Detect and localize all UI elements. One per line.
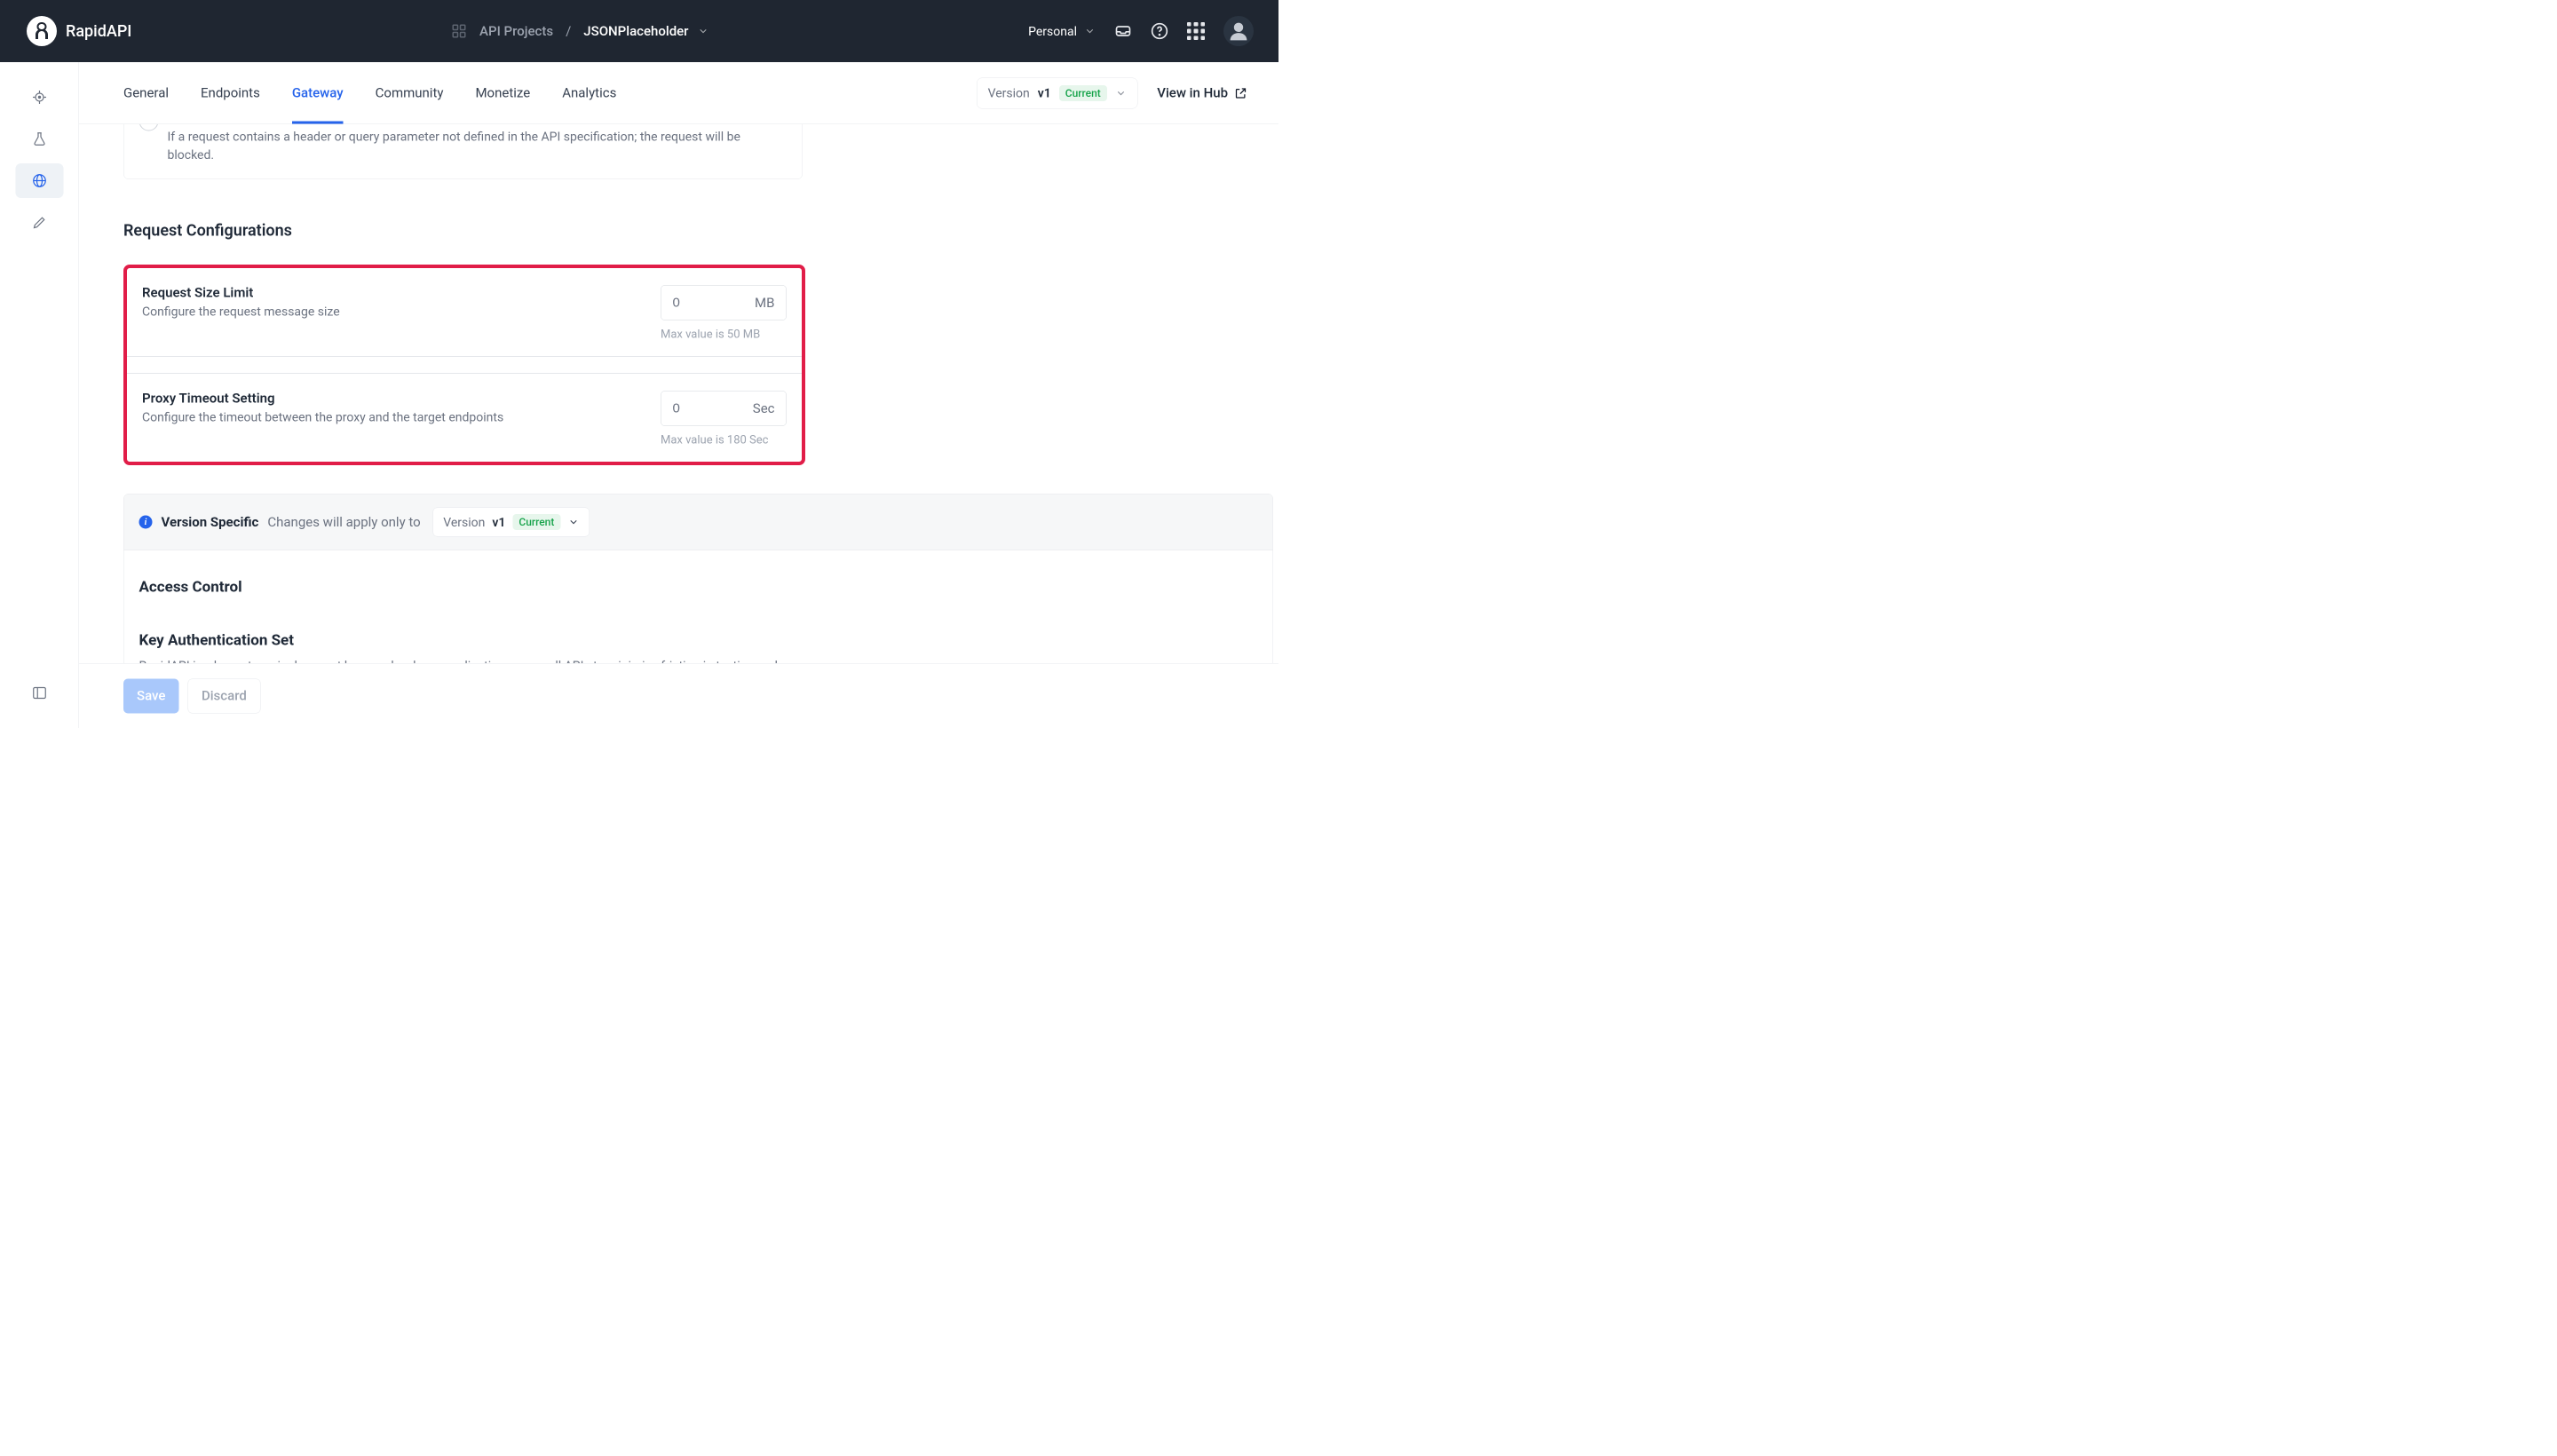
logo-icon <box>27 16 57 46</box>
request-size-limit-title: Request Size Limit <box>142 285 340 301</box>
content-scroll: Block If a request contains a header or … <box>79 124 1278 663</box>
logo-group[interactable]: RapidAPI <box>27 16 131 46</box>
sub-header-right: Version v1 Current View in Hub <box>977 77 1247 108</box>
sidebar-collapse-icon <box>31 685 47 701</box>
schema-validation-card: Block If a request contains a header or … <box>123 124 803 179</box>
tabs: General Endpoints Gateway Community Mone… <box>123 62 616 124</box>
view-in-hub-link[interactable]: View in Hub <box>1157 85 1247 101</box>
flask-icon <box>31 131 47 147</box>
save-button[interactable]: Save <box>123 678 178 713</box>
breadcrumb-separator: / <box>566 23 571 39</box>
rail-item-collapse[interactable] <box>15 676 63 710</box>
version-specific-selector[interactable]: Version v1 Current <box>433 508 590 537</box>
block-option-description: If a request contains a header or query … <box>168 128 763 164</box>
current-badge: Current <box>512 514 560 530</box>
tab-gateway[interactable]: Gateway <box>292 62 344 124</box>
external-link-icon <box>1234 86 1247 99</box>
chevron-down-icon <box>1084 26 1096 37</box>
inbox-icon[interactable] <box>1114 22 1132 40</box>
access-control-title: Access Control <box>139 578 1258 596</box>
header-right: Personal <box>1028 16 1254 46</box>
request-size-limit-unit: MB <box>755 295 774 311</box>
chevron-down-icon <box>697 26 709 37</box>
tab-endpoints[interactable]: Endpoints <box>201 62 260 124</box>
side-rail <box>0 62 79 728</box>
block-radio[interactable] <box>139 124 159 131</box>
request-size-limit-input[interactable] <box>673 296 717 311</box>
request-configurations-title: Request Configurations <box>123 221 1234 240</box>
rail-item-globe[interactable] <box>15 163 63 198</box>
breadcrumb-current[interactable]: JSONPlaceholder <box>583 23 709 39</box>
breadcrumb-projects[interactable]: API Projects <box>479 23 553 39</box>
version-specific-text: Changes will apply only to <box>267 514 420 530</box>
rail-item-flask[interactable] <box>15 122 63 156</box>
proxy-timeout-unit: Sec <box>753 400 775 416</box>
proxy-timeout-input[interactable] <box>673 401 717 416</box>
main: General Endpoints Gateway Community Mone… <box>79 62 1278 728</box>
workspace-selector[interactable]: Personal <box>1028 24 1096 39</box>
chevron-down-icon <box>567 517 579 528</box>
proxy-timeout-desc: Configure the timeout between the proxy … <box>142 410 503 425</box>
breadcrumb: API Projects / JSONPlaceholder <box>451 23 709 39</box>
rail-item-target[interactable] <box>15 80 63 115</box>
version-specific-label: Version Specific <box>162 514 259 530</box>
help-icon[interactable] <box>1151 22 1168 40</box>
tab-community[interactable]: Community <box>376 62 444 124</box>
footer-bar: Save Discard <box>79 663 1278 728</box>
request-size-limit-input-wrap: MB <box>661 285 787 320</box>
grid-icon <box>451 23 467 39</box>
tab-analytics[interactable]: Analytics <box>562 62 616 124</box>
access-control-section: Access Control Key Authentication Set Ra… <box>123 550 1273 663</box>
version-selector[interactable]: Version v1 Current <box>977 77 1137 108</box>
rail-item-pencil[interactable] <box>15 205 63 240</box>
block-option-title: Block <box>168 124 763 126</box>
info-icon: i <box>139 516 153 529</box>
apps-icon[interactable] <box>1187 22 1205 40</box>
tab-monetize[interactable]: Monetize <box>475 62 530 124</box>
request-configurations-highlight: Request Size Limit Configure the request… <box>123 265 805 465</box>
discard-button[interactable]: Discard <box>187 678 260 713</box>
target-icon <box>31 90 47 106</box>
avatar[interactable] <box>1223 16 1254 46</box>
tab-general[interactable]: General <box>123 62 169 124</box>
request-size-limit-hint: Max value is 50 MB <box>661 328 760 341</box>
globe-icon <box>31 173 47 189</box>
logo-text: RapidAPI <box>66 22 131 41</box>
pencil-icon <box>31 215 47 231</box>
config-divider <box>127 356 802 374</box>
chevron-down-icon <box>1115 87 1127 99</box>
proxy-timeout-input-wrap: Sec <box>661 391 787 426</box>
top-header: RapidAPI API Projects / JSONPlaceholder … <box>0 0 1278 62</box>
request-size-limit-row: Request Size Limit Configure the request… <box>127 268 802 356</box>
proxy-timeout-row: Proxy Timeout Setting Configure the time… <box>127 374 802 462</box>
key-auth-title: Key Authentication Set <box>139 631 1258 649</box>
request-size-limit-desc: Configure the request message size <box>142 305 340 320</box>
sub-header: General Endpoints Gateway Community Mone… <box>79 62 1278 124</box>
proxy-timeout-hint: Max value is 180 Sec <box>661 433 768 447</box>
proxy-timeout-title: Proxy Timeout Setting <box>142 391 503 407</box>
current-badge: Current <box>1059 85 1107 101</box>
key-auth-description: RapidAPI implements a single secret key … <box>139 657 792 663</box>
version-specific-banner: i Version Specific Changes will apply on… <box>123 494 1273 550</box>
